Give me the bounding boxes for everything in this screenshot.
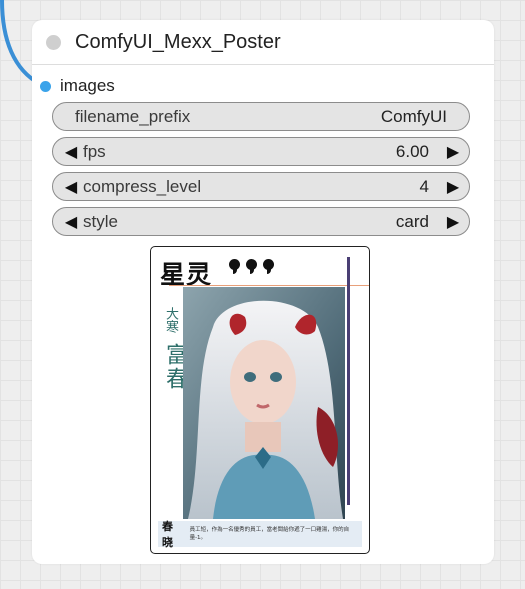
- images-input[interactable]: images: [40, 76, 115, 96]
- style-label: style: [83, 211, 118, 231]
- input-slot-dot-icon[interactable]: [40, 80, 51, 92]
- poster-footer: 春晓 員工短，作為一名優秀的員工，當老闆給你遞了一口雞湯，你的自量-1。: [158, 520, 362, 549]
- poster-vertical-bar: [347, 257, 350, 505]
- poster-node[interactable]: ComfyUI_Mexx_Poster images filename_pref…: [32, 20, 494, 564]
- node-title: ComfyUI_Mexx_Poster: [75, 30, 281, 53]
- poster-divider: [169, 285, 369, 286]
- fps-increment-icon[interactable]: ▶: [443, 142, 463, 162]
- poster-footer-text: 員工短，作為一名優秀的員工，當老闆給你遞了一口雞湯，你的自量-1。: [189, 527, 350, 541]
- compress-level-label: compress_level: [83, 176, 202, 196]
- compress-level-widget[interactable]: ◀ compress_level 4 ▶: [52, 172, 470, 201]
- poster-preview[interactable]: 星灵 大寒 富春 春晓 員工短，作為一名優秀的員工，當老闆給你遞了一口雞湯，你的…: [150, 246, 370, 554]
- poster-footer-name: 春晓: [162, 520, 173, 549]
- poster-dots-icon: [229, 259, 274, 274]
- style-value: card: [395, 211, 429, 231]
- style-widget[interactable]: ◀ style card ▶: [52, 207, 470, 236]
- fps-label: fps: [83, 141, 106, 161]
- filename-prefix-label: filename_prefix: [75, 106, 191, 126]
- filename-prefix-widget[interactable]: filename_prefix ComfyUI: [52, 102, 470, 131]
- node-header[interactable]: ComfyUI_Mexx_Poster: [32, 20, 494, 65]
- filename-prefix-value: ComfyUI: [380, 106, 447, 126]
- fps-decrement-icon[interactable]: ◀: [61, 142, 81, 162]
- compress-level-value: 4: [419, 176, 429, 196]
- poster-portrait-image: [183, 287, 345, 519]
- fps-value: 6.00: [395, 141, 429, 161]
- compress-level-increment-icon[interactable]: ▶: [443, 177, 463, 197]
- images-input-label: images: [60, 76, 115, 95]
- collapse-toggle-icon[interactable]: [46, 34, 61, 50]
- compress-level-decrement-icon[interactable]: ◀: [61, 177, 81, 197]
- fps-widget[interactable]: ◀ fps 6.00 ▶: [52, 137, 470, 166]
- poster-side-small-text: 大寒: [163, 307, 178, 333]
- style-prev-icon[interactable]: ◀: [61, 212, 81, 232]
- style-next-icon[interactable]: ▶: [443, 212, 463, 232]
